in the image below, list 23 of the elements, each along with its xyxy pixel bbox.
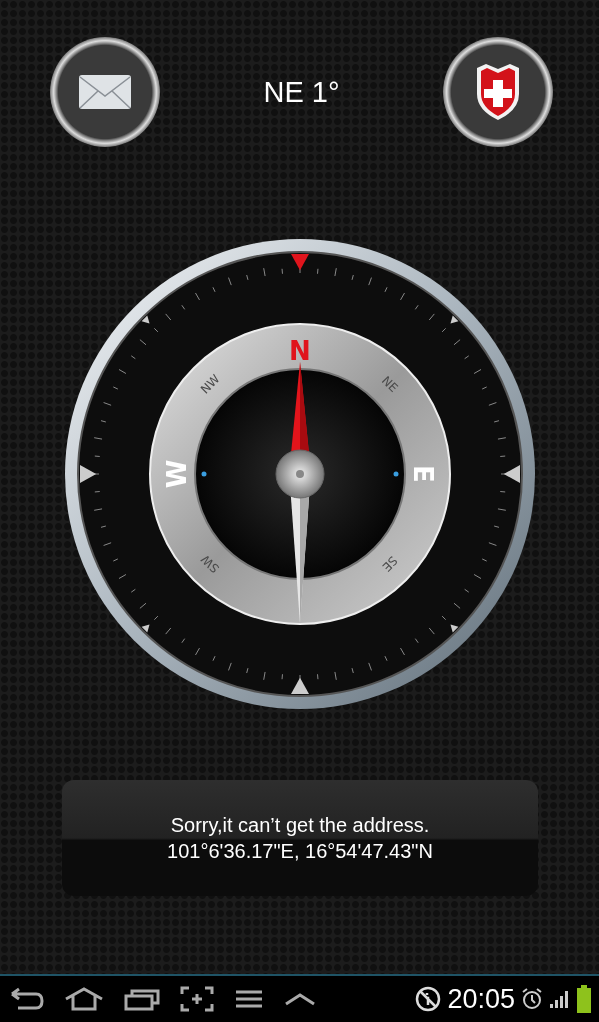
- direction-label: NW: [197, 371, 222, 397]
- signal-icon: [549, 989, 571, 1009]
- address-message: Sorry,it can’t get the address. 101°6'36.17"E, 16°54'47.43"N: [167, 813, 433, 864]
- direction-label: N: [288, 336, 311, 366]
- menu-icon[interactable]: [234, 989, 264, 1009]
- shield-button[interactable]: [443, 37, 553, 147]
- mail-button[interactable]: [50, 37, 160, 147]
- clock-time: 20:05: [447, 983, 515, 1015]
- direction-label: E: [407, 465, 438, 483]
- direction-label: SW: [197, 551, 222, 576]
- direction-label: SE: [379, 553, 400, 575]
- mail-icon: [78, 74, 132, 110]
- screenshot-icon[interactable]: [180, 986, 214, 1012]
- back-icon[interactable]: [10, 987, 44, 1011]
- heading-text: NE 1°: [263, 75, 340, 109]
- recents-icon[interactable]: [124, 987, 160, 1011]
- direction-label: NE: [378, 373, 401, 395]
- no-info-icon: [415, 986, 442, 1012]
- battery-icon: [577, 985, 591, 1013]
- caret-up-icon[interactable]: [284, 992, 316, 1006]
- home-icon[interactable]: [64, 987, 104, 1011]
- direction-label: W: [161, 459, 192, 489]
- alarm-icon: [521, 987, 543, 1011]
